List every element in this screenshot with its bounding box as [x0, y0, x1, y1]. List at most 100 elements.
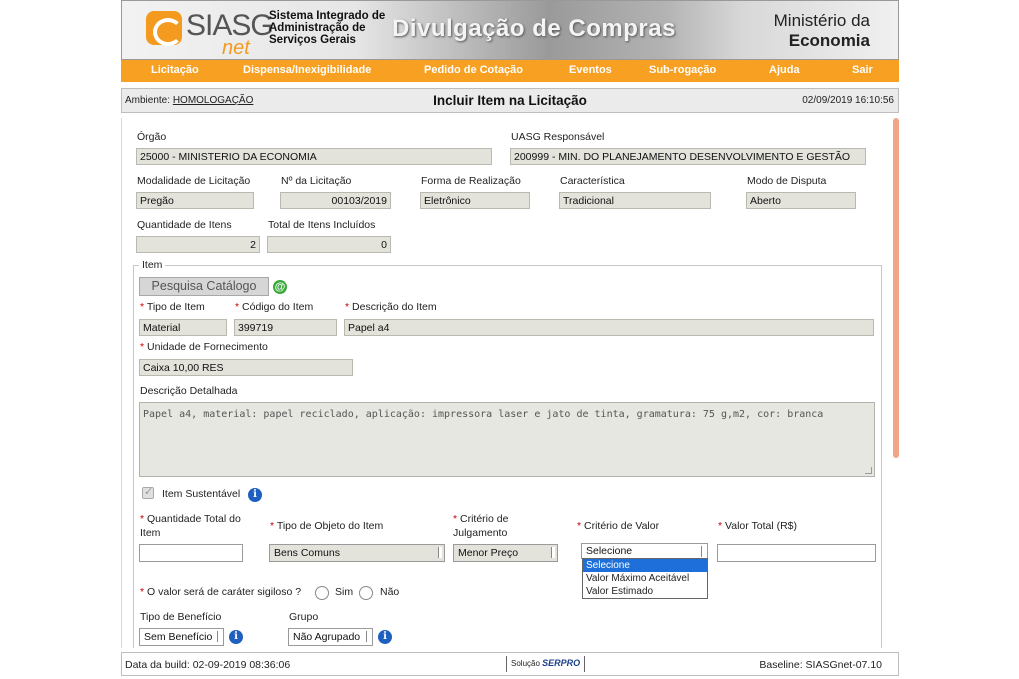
page-title-bar: Ambiente: HOMOLOGAÇÃO Incluir Item na Li… — [121, 88, 899, 113]
solucao-text: Solução — [511, 659, 540, 668]
page-title: Incluir Item na Licitação — [433, 93, 587, 108]
ministry-line2: Economia — [788, 31, 870, 50]
grupo-value: Não Agrupado — [293, 631, 361, 643]
ministry-name: Ministério da Economia — [774, 11, 870, 51]
resize-handle-icon[interactable] — [865, 467, 872, 474]
forma-field: Eletrônico — [420, 192, 530, 209]
tipo-objeto-value: Bens Comuns — [274, 547, 340, 559]
main-nav: Licitação Dispensa/Inexigibilidade Pedid… — [121, 60, 899, 82]
tipo-item-label: Tipo de Item — [140, 301, 205, 313]
total-itens-field: 0 — [267, 236, 391, 253]
descricao-item-label: Descrição do Item — [345, 301, 437, 313]
criterio-valor-dropdown: Selecione Valor Máximo Aceitável Valor E… — [582, 558, 708, 599]
build-date: Data da build: 02-09-2019 08:36:06 — [125, 659, 291, 671]
ministry-line1: Ministério da — [773, 11, 870, 30]
criterio-julgamento-label-2: Julgamento — [453, 527, 508, 539]
datetime: 02/09/2019 16:10:56 — [802, 95, 894, 106]
header-banner: SIASG net Sistema Integrado de Administr… — [121, 0, 899, 60]
siasg-swirl-icon — [146, 11, 183, 46]
modo-disputa-label: Modo de Disputa — [747, 175, 827, 187]
chevron-down-icon — [701, 546, 705, 557]
sigiloso-sim-radio[interactable] — [315, 586, 329, 600]
orgao-field: 25000 - MINISTERIO DA ECONOMIA — [136, 148, 492, 165]
criterio-valor-select[interactable]: Selecione — [581, 543, 708, 559]
beneficio-info-icon[interactable]: i — [229, 630, 243, 644]
baseline: Baseline: SIASGnet-07.10 — [759, 659, 882, 671]
qtd-itens-field: 2 — [136, 236, 260, 253]
nav-sair[interactable]: Sair — [852, 64, 873, 76]
descricao-item-field: Papel a4 — [344, 319, 874, 336]
item-sustentavel-label: Item Sustentável — [162, 488, 241, 500]
modalidade-field: Pregão — [136, 192, 254, 209]
banner-title: Divulgação de Compras — [392, 15, 676, 42]
logo-net: net — [222, 37, 250, 59]
uasg-label: UASG Responsável — [511, 131, 605, 143]
numero-field: 00103/2019 — [280, 192, 391, 209]
forma-label: Forma de Realização — [421, 175, 521, 187]
item-sustentavel-checkbox[interactable] — [142, 485, 154, 499]
at-sign-icon[interactable]: @ — [273, 280, 287, 294]
page-wrapper: SIASG net Sistema Integrado de Administr… — [121, 0, 899, 679]
nav-dispensa[interactable]: Dispensa/Inexigibilidade — [243, 64, 371, 76]
nav-sub-rogacao[interactable]: Sub-rogação — [649, 64, 716, 76]
unidade-label: Unidade de Fornecimento — [140, 341, 268, 353]
criterio-valor-label: Critério de Valor — [577, 520, 659, 532]
criterio-julgamento-select[interactable]: Menor Preço — [453, 544, 558, 562]
dropdown-option[interactable]: Selecione — [583, 559, 707, 572]
form-area: Órgão 25000 - MINISTERIO DA ECONOMIA UAS… — [121, 118, 899, 648]
tipo-objeto-label: Tipo de Objeto do Item — [270, 520, 383, 532]
scrollbar[interactable] — [893, 118, 899, 458]
tipo-beneficio-value: Sem Benefício — [144, 631, 213, 643]
chevron-down-icon — [551, 547, 555, 558]
dropdown-option[interactable]: Valor Estimado — [583, 585, 707, 598]
tipo-item-field: Material — [139, 319, 227, 336]
grupo-label: Grupo — [289, 611, 319, 623]
chevron-down-icon — [438, 547, 442, 558]
tipo-beneficio-label: Tipo de Benefício — [140, 611, 222, 623]
sigiloso-nao-radio[interactable] — [359, 586, 373, 600]
sustentavel-info-icon[interactable]: i — [248, 488, 262, 502]
criterio-valor-value: Selecione — [586, 545, 633, 557]
chevron-down-icon — [217, 631, 221, 642]
nav-pedido-cotacao[interactable]: Pedido de Cotação — [424, 64, 523, 76]
criterio-julgamento-value: Menor Preço — [458, 547, 519, 559]
nav-licitacao[interactable]: Licitação — [151, 64, 199, 76]
qtd-itens-label: Quantidade de Itens — [137, 219, 232, 231]
footer: Data da build: 02-09-2019 08:36:06 Soluç… — [121, 652, 899, 676]
nav-eventos[interactable]: Eventos — [569, 64, 612, 76]
caracteristica-field: Tradicional — [559, 192, 711, 209]
tipo-objeto-select[interactable]: Bens Comuns — [269, 544, 445, 562]
descricao-detalhada-label: Descrição Detalhada — [140, 385, 238, 397]
criterio-julgamento-label-1: Critério de — [453, 513, 508, 525]
sigiloso-sim-label: Sim — [335, 586, 354, 598]
item-legend: Item — [139, 259, 166, 271]
descricao-detalhada-textarea[interactable]: Papel a4, material: papel reciclado, apl… — [139, 402, 875, 477]
codigo-item-label: Código do Item — [235, 301, 313, 313]
system-name: Sistema Integrado de Administração de Se… — [269, 10, 386, 46]
sigiloso-label: O valor será de caráter sigiloso ? — [140, 586, 301, 598]
caracteristica-label: Característica — [560, 175, 625, 187]
nav-ajuda[interactable]: Ajuda — [769, 64, 800, 76]
valor-total-label: Valor Total (R$) — [718, 520, 797, 532]
dropdown-option[interactable]: Valor Máximo Aceitável — [583, 572, 707, 585]
quantidade-total-label-1: Quantidade Total do — [140, 513, 241, 525]
chevron-down-icon — [366, 631, 370, 642]
grupo-select[interactable]: Não Agrupado — [288, 628, 373, 646]
grupo-info-icon[interactable]: i — [378, 630, 392, 644]
serpro-text: SERPRO — [542, 658, 581, 668]
codigo-item-field: 399719 — [234, 319, 337, 336]
valor-total-input[interactable] — [717, 544, 876, 562]
uasg-field: 200999 - MIN. DO PLANEJAMENTO DESENVOLVI… — [510, 148, 866, 165]
sigiloso-nao-label: Não — [380, 586, 400, 598]
unidade-field: Caixa 10,00 RES — [139, 359, 353, 376]
quantidade-total-input[interactable] — [139, 544, 243, 562]
total-itens-label: Total de Itens Incluídos — [268, 219, 376, 231]
tipo-beneficio-select[interactable]: Sem Benefício — [139, 628, 224, 646]
numero-label: Nº da Licitação — [281, 175, 352, 187]
quantidade-total-label-2: Item — [140, 527, 161, 539]
pesquisa-catalogo-button[interactable]: Pesquisa Catálogo — [139, 277, 269, 296]
modo-disputa-field: Aberto — [746, 192, 856, 209]
orgao-label: Órgão — [137, 131, 167, 143]
modalidade-label: Modalidade de Licitação — [137, 175, 251, 187]
serpro-logo: Solução SERPRO — [506, 656, 586, 672]
